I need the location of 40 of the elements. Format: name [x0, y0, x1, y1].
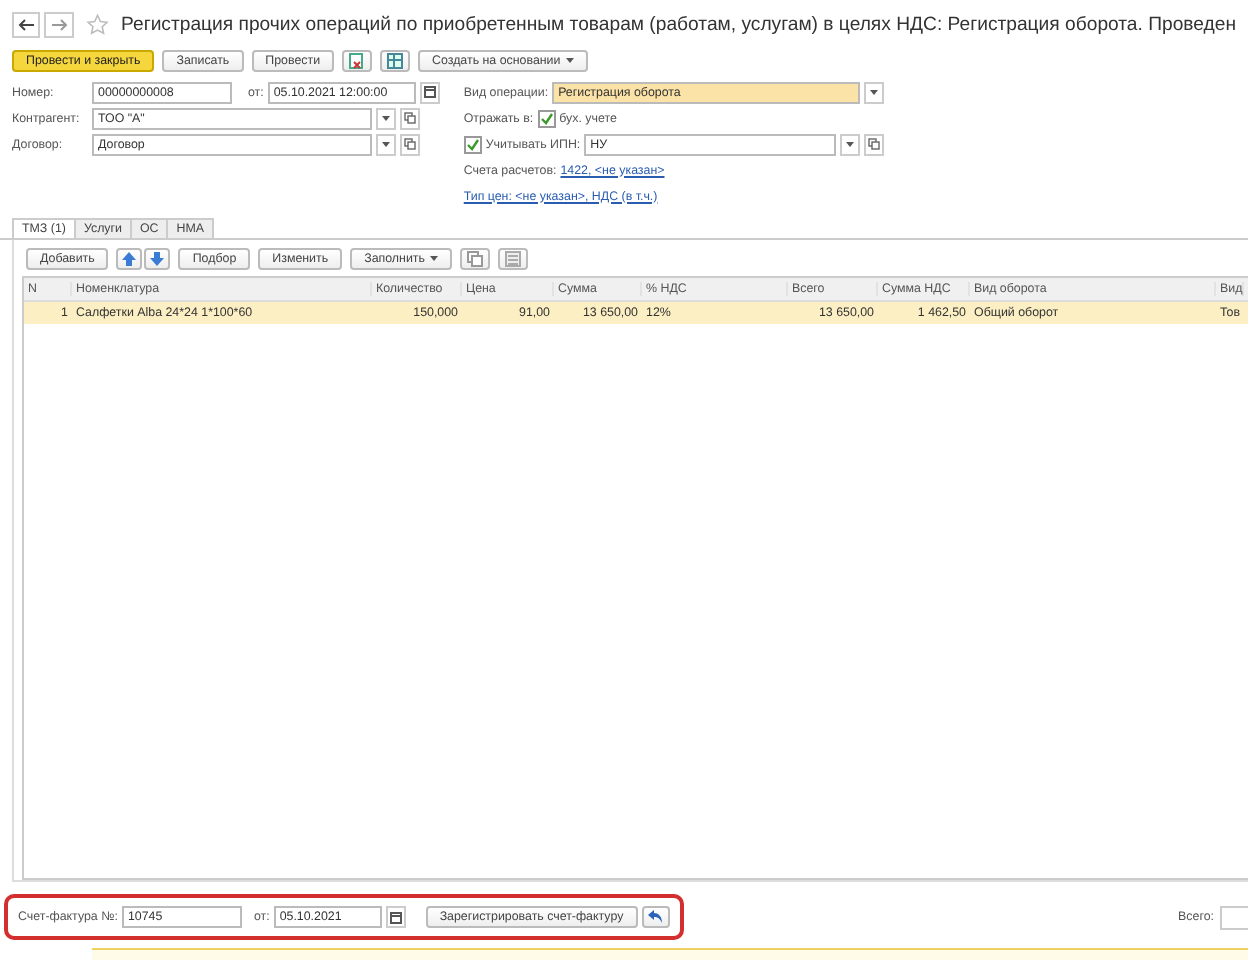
- dropdown-button[interactable]: [376, 107, 396, 129]
- open-button[interactable]: [864, 133, 885, 155]
- undo-button[interactable]: [641, 906, 670, 928]
- document-icon: [348, 51, 367, 69]
- up-arrow-icon: [122, 251, 137, 265]
- caret-icon: [846, 141, 855, 147]
- star-icon[interactable]: [85, 11, 110, 37]
- list-icon: [504, 249, 523, 267]
- caret-icon: [870, 89, 879, 95]
- back-arrow-icon: [17, 17, 36, 31]
- caret-icon: [430, 255, 439, 261]
- copy-icon: [466, 249, 485, 267]
- window-title: Регистрация прочих операций по приобретенным товарам (работам, услугам) в целях НДС: Регистрация оборота. Проведен: [121, 13, 1237, 35]
- caret-icon: [382, 141, 390, 147]
- forward-arrow-icon: [50, 17, 69, 31]
- table-icon: [386, 51, 405, 69]
- dropdown-button[interactable]: [376, 133, 396, 155]
- calendar-button[interactable]: [419, 81, 440, 103]
- open-button[interactable]: [400, 133, 420, 155]
- caret-icon: [566, 57, 575, 63]
- calendar-icon: [423, 86, 436, 98]
- copy-button[interactable]: [460, 247, 491, 269]
- copy-icon: [404, 138, 416, 150]
- report-button[interactable]: [380, 49, 411, 71]
- copy-icon: [868, 138, 881, 150]
- open-button[interactable]: [400, 107, 420, 129]
- undo-arrow-icon: [647, 910, 664, 924]
- move-down-button[interactable]: [144, 247, 171, 269]
- down-arrow-icon: [150, 251, 165, 265]
- checkbox[interactable]: [537, 109, 556, 127]
- dropdown-button[interactable]: [864, 81, 885, 103]
- copy-icon: [404, 112, 416, 124]
- calendar-button[interactable]: [385, 906, 406, 928]
- dropdown-button[interactable]: [840, 133, 861, 155]
- journal-button[interactable]: [342, 49, 373, 71]
- caret-icon: [382, 115, 390, 121]
- move-up-button[interactable]: [116, 247, 143, 269]
- checkbox[interactable]: [463, 135, 482, 153]
- calendar-icon: [389, 911, 402, 923]
- back-button[interactable]: [12, 11, 41, 37]
